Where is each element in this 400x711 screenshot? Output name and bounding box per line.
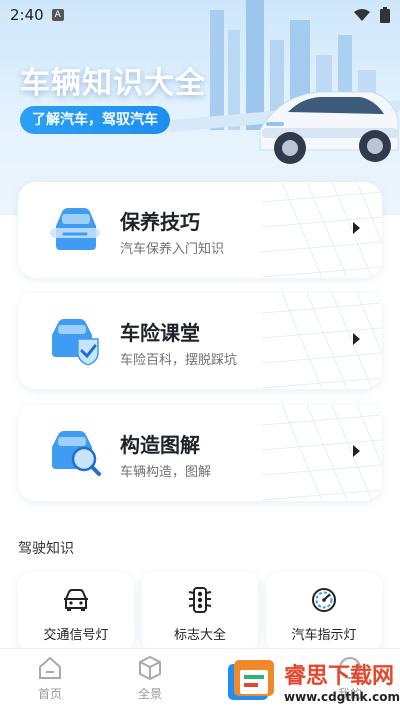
- quick-label: 交通信号灯: [43, 628, 109, 643]
- traffic-light-icon: [188, 587, 212, 613]
- watermark-url: www.cdgthk.com: [284, 690, 400, 704]
- arrow-right-icon: [353, 222, 360, 234]
- quick-signs[interactable]: 标志大全: [142, 572, 258, 652]
- card-structure[interactable]: 构造图解 车辆构造，图解: [18, 405, 382, 501]
- car-front-icon: [64, 589, 88, 611]
- section-title: 驾驶知识: [18, 541, 74, 557]
- tab-home[interactable]: 首页: [20, 655, 80, 702]
- card-maintenance[interactable]: 保养技巧 汽车保养入门知识: [18, 182, 382, 278]
- arrow-right-icon: [353, 333, 360, 345]
- status-bar: 2:40 A: [0, 0, 400, 30]
- card-title: 保养技巧: [120, 210, 200, 234]
- car-wrench-icon: [50, 208, 100, 250]
- card-desc: 车辆构造，图解: [120, 465, 212, 480]
- card-grid-decoration: [262, 405, 382, 501]
- status-time: 2:40: [10, 6, 44, 24]
- tab-label: 首页: [37, 687, 62, 701]
- tab-label: 全景: [137, 687, 162, 701]
- wifi-icon: [354, 9, 370, 21]
- card-title: 车险课堂: [120, 321, 200, 345]
- hero-title: 车辆知识大全: [20, 66, 206, 101]
- card-desc: 汽车保养入门知识: [120, 242, 225, 257]
- quick-indicators[interactable]: 汽车指示灯: [266, 572, 382, 652]
- car-magnifier-icon: [52, 431, 101, 476]
- cube-icon: [139, 655, 161, 681]
- car-shield-icon: [52, 319, 99, 365]
- notification-app-icon: A: [51, 9, 64, 21]
- watermark-logo-icon: [228, 660, 274, 700]
- card-grid-decoration: [262, 182, 382, 278]
- home-icon: [39, 656, 61, 679]
- card-desc: 车险百科，摆脱踩坑: [120, 353, 238, 368]
- watermark: 睿思下载网 www.cdgthk.com: [222, 656, 400, 711]
- quick-label: 标志大全: [173, 628, 226, 643]
- quick-traffic-signal[interactable]: 交通信号灯: [18, 572, 134, 652]
- card-grid-decoration: [262, 293, 382, 389]
- watermark-title: 睿思下载网: [284, 664, 395, 689]
- tab-panorama[interactable]: 全景: [120, 655, 180, 702]
- card-title: 构造图解: [120, 433, 200, 457]
- battery-icon: [380, 7, 390, 23]
- card-insurance[interactable]: 车险课堂 车险百科，摆脱踩坑: [18, 293, 382, 389]
- quick-label: 汽车指示灯: [291, 628, 357, 643]
- hero-subtitle: 了解汽车，驾驭汽车: [20, 106, 170, 134]
- gauge-icon: [312, 588, 336, 612]
- arrow-right-icon: [353, 445, 360, 457]
